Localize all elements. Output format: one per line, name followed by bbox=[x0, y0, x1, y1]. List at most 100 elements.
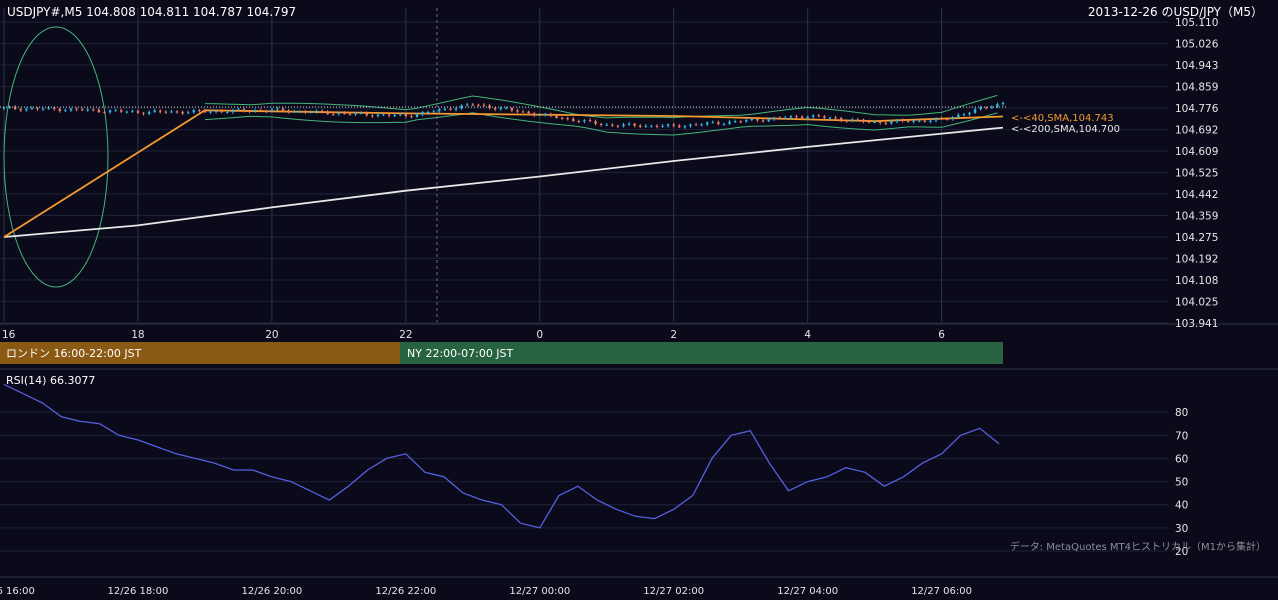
candle-body bbox=[86, 109, 89, 111]
candle-body bbox=[510, 108, 514, 111]
price-tick-label: 104.442 bbox=[1175, 189, 1218, 201]
candle-body bbox=[761, 120, 765, 122]
candle-body bbox=[516, 110, 519, 112]
candle-body bbox=[756, 118, 759, 121]
candle-body bbox=[622, 124, 625, 127]
candle-body bbox=[159, 110, 162, 112]
candle-body bbox=[287, 110, 290, 113]
candle-body bbox=[25, 108, 28, 111]
candle-body bbox=[276, 108, 279, 110]
candle-body bbox=[767, 119, 770, 122]
candle-body bbox=[64, 110, 67, 112]
rsi-time-tick-label: 12/26 20:00 bbox=[241, 586, 302, 597]
candle-body bbox=[147, 111, 151, 114]
candle-body bbox=[700, 124, 703, 126]
candle-body bbox=[940, 118, 943, 120]
candle-body bbox=[175, 111, 179, 113]
candle-body bbox=[253, 110, 257, 112]
rsi-tick-label: 60 bbox=[1175, 453, 1188, 465]
candle-body bbox=[789, 116, 793, 118]
candle-body bbox=[817, 115, 821, 117]
price-tick-label: 104.609 bbox=[1175, 146, 1218, 158]
candle-body bbox=[103, 111, 106, 113]
candle-body bbox=[918, 120, 921, 122]
candle-body bbox=[237, 109, 240, 111]
candle-body bbox=[901, 119, 904, 122]
candle-body bbox=[226, 112, 229, 114]
candle-body bbox=[655, 125, 659, 127]
candle-body bbox=[851, 119, 854, 122]
candle-body bbox=[326, 111, 329, 115]
candle-body bbox=[683, 126, 687, 128]
candle-body bbox=[421, 112, 424, 115]
candle-body bbox=[951, 117, 954, 120]
candle-body bbox=[678, 125, 681, 128]
candle-body bbox=[633, 123, 636, 126]
candle-body bbox=[650, 125, 653, 127]
time-tick-label: 18 bbox=[131, 329, 144, 341]
candle-body bbox=[371, 115, 374, 117]
candle-body bbox=[298, 111, 301, 113]
candle-body bbox=[839, 118, 843, 121]
candle-body bbox=[572, 118, 575, 122]
price-tick-label: 104.108 bbox=[1175, 275, 1218, 287]
candle-body bbox=[873, 121, 876, 123]
candle-body bbox=[343, 113, 346, 115]
candle-body bbox=[884, 122, 887, 124]
candle-body bbox=[912, 120, 915, 122]
candle-body bbox=[231, 109, 235, 113]
price-tick-label: 104.025 bbox=[1175, 296, 1218, 308]
candle-body bbox=[69, 108, 73, 111]
candle-body bbox=[58, 109, 62, 112]
candle-body bbox=[365, 112, 368, 116]
candle-body bbox=[689, 124, 692, 127]
rsi-tick-label: 70 bbox=[1175, 430, 1188, 442]
candle-body bbox=[599, 123, 603, 125]
candle-body bbox=[906, 121, 910, 123]
price-tick-label: 104.943 bbox=[1175, 60, 1218, 72]
price-tick-label: 104.692 bbox=[1175, 125, 1218, 137]
price-tick-label: 105.026 bbox=[1175, 39, 1219, 51]
candle-body bbox=[505, 108, 508, 110]
candle-body bbox=[214, 111, 218, 113]
candle-body bbox=[895, 119, 899, 122]
candle-body bbox=[387, 114, 391, 116]
price-tick-label: 104.859 bbox=[1175, 82, 1218, 94]
candle-body bbox=[92, 109, 95, 111]
candle-body bbox=[750, 118, 754, 121]
candle-body bbox=[772, 117, 776, 120]
candle-body bbox=[605, 124, 608, 126]
candle-body bbox=[577, 121, 581, 123]
candle-body bbox=[745, 120, 748, 122]
symbol-ohlc: USDJPY#,M5 104.808 104.811 104.787 104.7… bbox=[7, 5, 296, 19]
candle-body bbox=[348, 113, 352, 115]
candle-body bbox=[499, 108, 502, 110]
price-axis: 105.110105.026104.943104.859104.776104.6… bbox=[1175, 17, 1219, 330]
candle-body bbox=[555, 115, 558, 118]
candle-body bbox=[845, 120, 848, 122]
candle-body bbox=[47, 107, 50, 109]
candle-body bbox=[120, 110, 123, 112]
candle-body bbox=[443, 108, 447, 110]
rsi-time-tick-label: 12/26 16:00 bbox=[0, 586, 35, 597]
candle-body bbox=[293, 111, 296, 113]
candle-body bbox=[784, 117, 787, 119]
candle-body bbox=[114, 110, 117, 112]
candle-body bbox=[594, 121, 597, 124]
price-tick-label: 104.192 bbox=[1175, 253, 1218, 265]
candle-body bbox=[315, 110, 318, 113]
candle-body bbox=[482, 104, 486, 106]
candle-body bbox=[192, 110, 195, 113]
candle-body bbox=[929, 120, 932, 122]
candle-body bbox=[890, 121, 893, 124]
time-tick-label: 16 bbox=[2, 329, 16, 341]
candle-body bbox=[639, 125, 642, 127]
candle-body bbox=[733, 121, 737, 123]
candle-body bbox=[795, 116, 798, 118]
sma40-label: <-<40,SMA,104.743 bbox=[1011, 113, 1114, 124]
chart-background bbox=[0, 0, 1278, 600]
candle-body bbox=[945, 118, 949, 120]
candle-body bbox=[1001, 102, 1005, 105]
candle-body bbox=[220, 111, 223, 113]
candle-body bbox=[36, 108, 39, 110]
